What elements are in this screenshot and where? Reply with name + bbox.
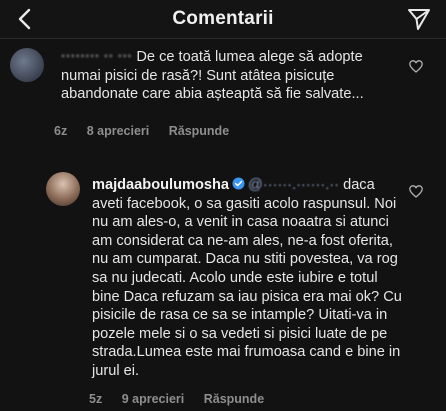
page-title: Comentarii: [172, 8, 274, 29]
reply-comment-item: majdaaboulumosha @······.······.·· daca a…: [0, 163, 446, 411]
verified-badge-icon: [232, 177, 245, 190]
avatar[interactable]: [46, 172, 80, 206]
comment-body: ········ ·· ··· De ce toată lumea alege …: [61, 48, 391, 104]
reply-button[interactable]: Răspunde: [204, 392, 264, 406]
comment-meta: 6z 8 aprecieri Răspunde: [54, 124, 245, 138]
reply-button[interactable]: Răspunde: [169, 124, 229, 138]
comment-time: 5z: [89, 392, 103, 406]
mention-link[interactable]: @······.······.··: [248, 177, 339, 193]
avatar[interactable]: [10, 48, 44, 82]
comment-item: ········ ·· ··· De ce toată lumea alege …: [0, 40, 446, 140]
heart-icon[interactable]: [409, 185, 423, 198]
comment-time: 6z: [54, 124, 68, 138]
comment-username[interactable]: majdaaboulumosha: [92, 177, 229, 193]
top-bar: Comentarii: [0, 0, 446, 39]
paper-plane-icon[interactable]: [406, 6, 432, 32]
comment-likes[interactable]: 8 aprecieri: [87, 124, 150, 138]
comment-likes[interactable]: 9 aprecieri: [122, 392, 185, 406]
comment-username[interactable]: ········ ·· ···: [61, 48, 132, 67]
heart-icon[interactable]: [409, 60, 423, 73]
comment-body: majdaaboulumosha @······.······.·· daca a…: [92, 176, 404, 381]
comment-meta: 5z 9 aprecieri Răspunde: [89, 392, 280, 406]
comment-text: daca aveti facebook, o sa gasiti acolo r…: [92, 177, 402, 379]
